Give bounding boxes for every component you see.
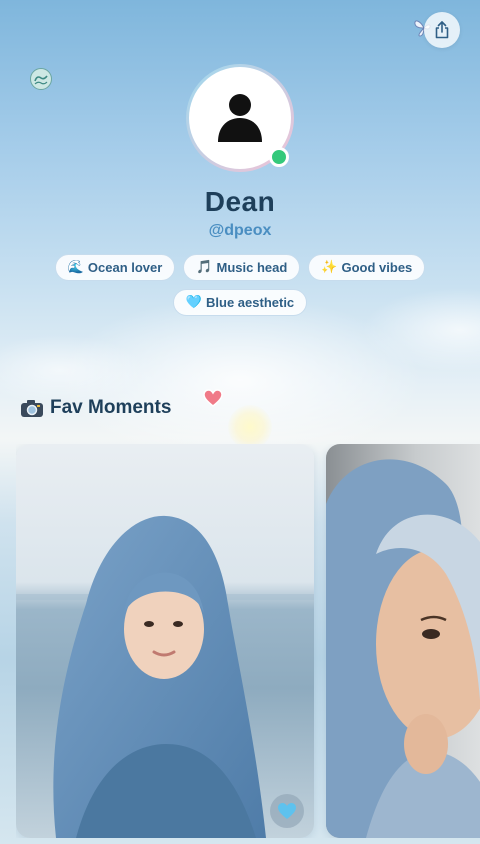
tag-label: Music head: [216, 260, 288, 275]
heart-sticker-icon: [203, 389, 223, 407]
sun-glow: [228, 405, 272, 449]
sparkles-emoji-icon: ✨: [321, 260, 338, 275]
online-status-dot: [269, 147, 289, 167]
moment-card[interactable]: [326, 444, 480, 838]
tag-label: Good vibes: [341, 260, 413, 275]
tag-good-vibes[interactable]: ✨ Good vibes: [308, 254, 426, 281]
tag-blue-aesthetic[interactable]: 🩵 Blue aesthetic: [172, 289, 308, 316]
profile-name: Dean: [204, 186, 276, 217]
blue-heart-emoji-icon: 🩵: [185, 295, 203, 310]
tag-label: Ocean lover: [87, 260, 163, 275]
photo-woman-blue-hijab-beach: [16, 444, 314, 838]
music-note-emoji-icon: 🎵: [196, 260, 213, 275]
moments-carousel[interactable]: [16, 444, 480, 838]
share-button[interactable]: [424, 12, 460, 48]
moment-card[interactable]: [16, 444, 314, 838]
wave-emoji-icon: 🌊: [67, 260, 84, 275]
share-icon: [435, 21, 449, 39]
moments-section-title: Fav Moments: [20, 394, 171, 422]
section-title-text: Fav Moments: [50, 397, 172, 418]
blue-heart-icon: [278, 803, 296, 819]
default-user-icon: [218, 94, 262, 142]
wave-sticker-icon: [30, 68, 52, 90]
tag-label: Blue aesthetic: [206, 295, 295, 310]
interest-tags: 🌊 Ocean lover 🎵 Music head ✨ Good vibes …: [40, 254, 440, 316]
react-button[interactable]: [270, 794, 304, 828]
tag-music-head[interactable]: 🎵 Music head: [183, 254, 301, 281]
camera-icon: [21, 400, 43, 417]
photo-woman-blue-hood-closeup: [326, 444, 480, 838]
profile-handle[interactable]: @dpeox: [0, 222, 480, 240]
tag-ocean-lover[interactable]: 🌊 Ocean lover: [54, 254, 176, 281]
